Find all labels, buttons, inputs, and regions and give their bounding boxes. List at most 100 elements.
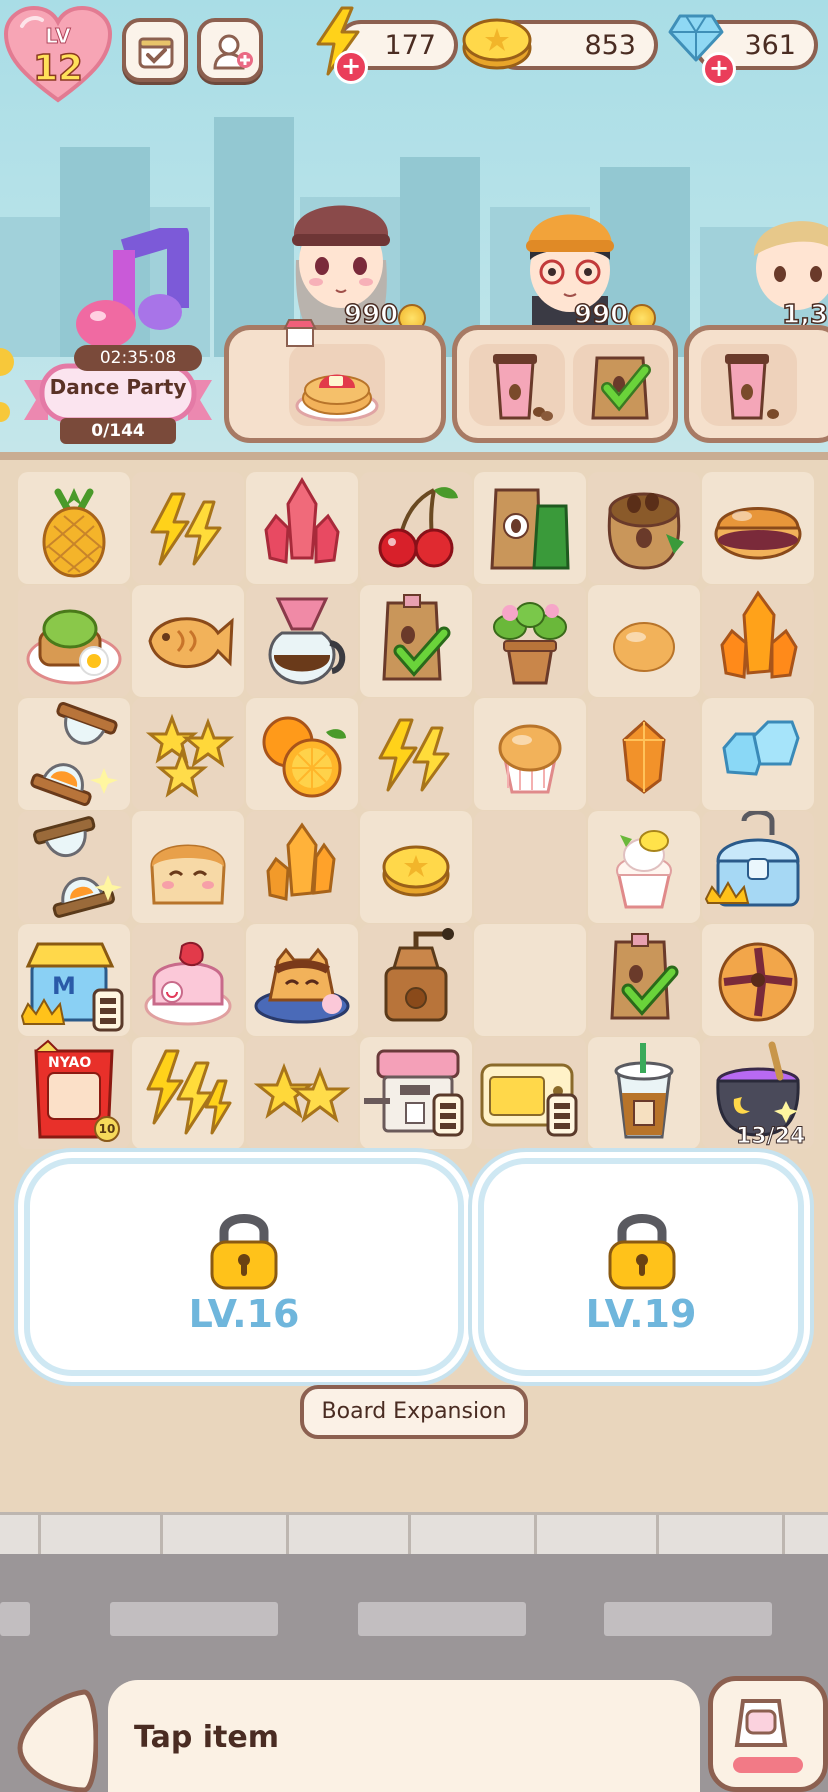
iced-coffee-icon <box>614 1043 674 1139</box>
board-cell-toaster[interactable] <box>474 1037 586 1149</box>
board-cell-taiyaki[interactable] <box>132 585 244 697</box>
order-slot[interactable] <box>701 344 797 426</box>
item-info-bar: Tap item <box>108 1680 700 1792</box>
espresso-machine-icon <box>364 1049 464 1137</box>
coin-icon <box>462 18 532 70</box>
coffee-sack-icon <box>607 492 684 570</box>
board-cell-coffee-sack[interactable] <box>588 472 700 584</box>
board-cell-pineapple[interactable] <box>18 472 130 584</box>
board-cell-cherries[interactable] <box>360 472 472 584</box>
coffee-bag-check-icon <box>591 356 651 420</box>
board-cell-stars-3[interactable] <box>132 698 244 810</box>
board-cell-red-crystal[interactable] <box>246 472 358 584</box>
order-slot[interactable] <box>573 344 669 426</box>
board-cell-coffee-grinder[interactable] <box>360 924 472 1036</box>
strawberry-roll-icon <box>144 941 232 1026</box>
board-cell-dorayaki[interactable] <box>702 472 814 584</box>
red-crystal-icon <box>264 477 340 564</box>
board-cell-amber-crystal[interactable] <box>246 811 358 923</box>
locked-area-2[interactable]: LV.19 <box>478 1158 804 1376</box>
board-cell-bread-cat[interactable] <box>132 811 244 923</box>
add-friend-button[interactable] <box>197 18 263 82</box>
board-cell-amber-gem[interactable] <box>588 698 700 810</box>
board-cell-lightning-2[interactable] <box>360 698 472 810</box>
calendar-button[interactable] <box>122 18 188 82</box>
energy-value: 177 <box>384 30 436 61</box>
road-marking <box>358 1602 526 1636</box>
board-cell-lemon-cupcake[interactable] <box>588 811 700 923</box>
order-card-3[interactable] <box>684 325 828 443</box>
board-cell-lightning-3[interactable] <box>132 1037 244 1149</box>
strawberry-pancake-icon <box>295 374 379 422</box>
add-energy-button[interactable]: + <box>334 50 368 84</box>
board-cell-espresso-machine[interactable] <box>360 1037 472 1149</box>
gem-value: 361 <box>744 30 796 61</box>
board-cell-strawberry-roll[interactable] <box>132 924 244 1036</box>
locked-area-1[interactable]: LV.16 <box>24 1158 464 1376</box>
board-cell-lightning-2[interactable] <box>132 472 244 584</box>
bread-cat-icon <box>150 844 226 905</box>
board-divider <box>0 452 828 460</box>
lightning-2-icon <box>378 718 450 792</box>
board-cell-hourglass[interactable] <box>18 698 130 810</box>
music-note-icon[interactable] <box>68 228 208 358</box>
board-cell-empty[interactable] <box>474 811 586 923</box>
order-slot[interactable] <box>289 344 385 426</box>
snack-count-badge: 10 <box>94 1116 120 1142</box>
sidewalk <box>0 1512 828 1555</box>
inventory-button[interactable] <box>708 1676 828 1792</box>
board-cell-muffin[interactable] <box>474 698 586 810</box>
board-cell-iced-coffee[interactable] <box>588 1037 700 1149</box>
board-expansion-button[interactable]: Board Expansion <box>300 1385 528 1439</box>
calendar-check-icon <box>138 37 174 69</box>
board-cell-coffee-bag-check[interactable] <box>360 585 472 697</box>
coffee-cup-icon <box>725 354 779 420</box>
cherries-icon <box>378 487 458 568</box>
board-cell-stars-2[interactable] <box>246 1037 358 1149</box>
order-card-2[interactable] <box>452 325 678 443</box>
board-cell-coffee-bags[interactable] <box>474 472 586 584</box>
cauldron-count-text: 13/24 <box>735 1124 806 1150</box>
event-title[interactable]: Dance Party <box>48 375 188 399</box>
board-cell-hourglass-2[interactable] <box>18 811 130 923</box>
board-cell-bun[interactable] <box>588 585 700 697</box>
level-value: 12 <box>32 47 84 90</box>
board-cell-blue-shop[interactable]: M <box>18 924 130 1036</box>
toaster-icon <box>480 1063 578 1137</box>
player-level-badge[interactable]: LV 12 <box>2 4 114 104</box>
back-arrow-button[interactable] <box>14 1686 98 1792</box>
order-card-1[interactable] <box>224 319 446 443</box>
amber-gem-icon <box>622 719 666 794</box>
stars-2-icon <box>253 1062 351 1123</box>
muffin-icon <box>498 724 562 794</box>
board-cell-orange-crystal[interactable] <box>702 585 814 697</box>
add-gems-button[interactable]: + <box>702 52 736 86</box>
padlock-icon <box>608 1214 676 1290</box>
coffee-grinder-icon <box>384 928 454 1022</box>
locked-area-level: LV.16 <box>188 1292 300 1336</box>
board-cell-flower-pot[interactable] <box>474 585 586 697</box>
lemon-cupcake-icon <box>616 830 672 909</box>
road-marking <box>110 1602 278 1636</box>
board-cell-coin[interactable] <box>360 811 472 923</box>
road-marking <box>0 1602 30 1636</box>
order-slot[interactable] <box>469 344 565 426</box>
board-cell-blue-chest[interactable] <box>702 811 814 923</box>
board-cell-coffee-pot[interactable] <box>246 585 358 697</box>
amber-crystal-icon <box>266 822 336 901</box>
board-cell-empty[interactable] <box>474 924 586 1036</box>
blue-chest-icon <box>704 811 800 907</box>
coffee-pot-icon <box>268 597 346 685</box>
board-cell-blue-gems[interactable] <box>702 698 814 810</box>
event-timer: 02:35:08 <box>74 345 202 371</box>
road-marking <box>604 1602 772 1636</box>
board-cell-avocado-toast[interactable] <box>18 585 130 697</box>
hourglass-icon <box>30 702 118 806</box>
building <box>214 117 294 357</box>
board-cell-oranges[interactable] <box>246 698 358 810</box>
board-cell-coffee-bag-check[interactable] <box>588 924 700 1036</box>
board-cell-cat-pudding[interactable] <box>246 924 358 1036</box>
board-cell-cookie[interactable] <box>702 924 814 1036</box>
coin-icon <box>382 845 450 897</box>
item-hint: Tap item <box>134 1720 279 1755</box>
